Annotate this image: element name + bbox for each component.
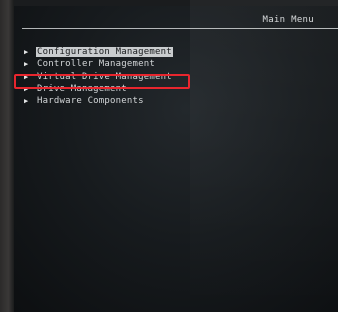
menu-item-controller-management[interactable]: ▶ Controller Management (24, 58, 173, 70)
menu-item-label: Configuration Management (36, 47, 173, 58)
triangle-right-icon: ▶ (24, 97, 29, 106)
monitor-bezel-left (0, 0, 14, 312)
triangle-right-icon: ▶ (24, 60, 29, 69)
screen-glare (190, 0, 338, 312)
header-divider (22, 28, 338, 29)
annotation-highlight-box (14, 74, 190, 89)
bios-screen: Main Menu ▶ Configuration Management ▶ C… (0, 0, 338, 312)
menu-item-hardware-components[interactable]: ▶ Hardware Components (24, 95, 173, 107)
menu-item-configuration-management[interactable]: ▶ Configuration Management (24, 46, 173, 58)
page-title: Main Menu (262, 15, 314, 25)
menu-item-label: Hardware Components (37, 96, 144, 107)
triangle-right-icon: ▶ (24, 48, 29, 57)
monitor-bezel-top (0, 0, 338, 6)
menu-item-label: Controller Management (37, 59, 155, 70)
